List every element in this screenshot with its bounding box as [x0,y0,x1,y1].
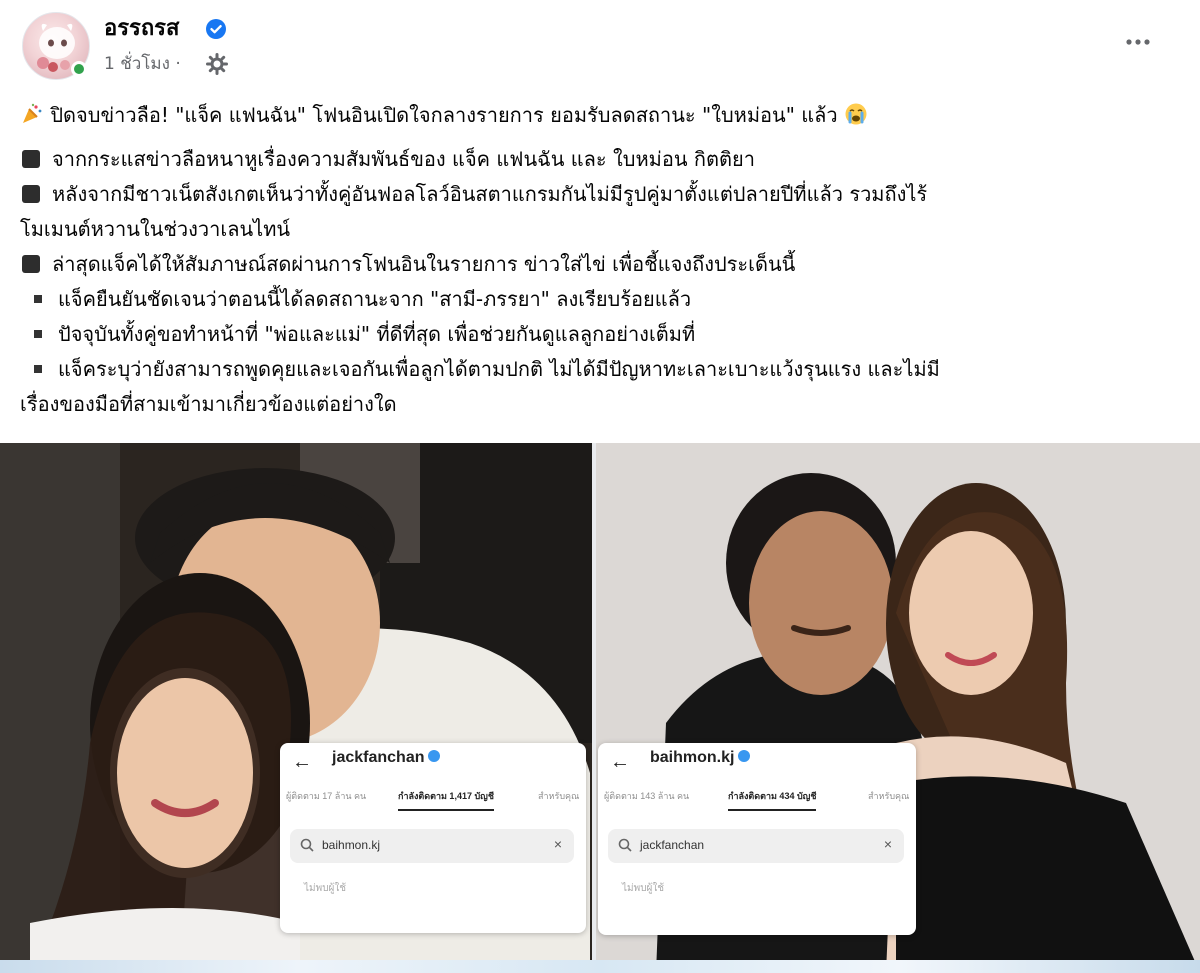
paragraph-line: หลังจากมีชาวเน็ตสังเกตเห็นว่าทั้งคู่อันฟ… [20,177,1180,212]
black-square-bullet-icon [22,255,40,273]
paragraph-line: เรื่องของมือที่สามเข้ามาเกี่ยวข้องแต่อย่… [20,387,1180,422]
instagram-following-screenshot-left: ← jackfanchan ผู้ติดตาม 17 ล้าน คน กำลัง… [280,743,586,933]
post-header: อรรถรส 1 ชั่วโมง · [0,0,1200,92]
page-name[interactable]: อรรถรส [104,14,179,44]
ig-username: jackfanchan [332,749,441,767]
post-headline: ปิดจบข่าวลือ! "แจ็ค แฟนฉัน" โฟนอินเปิดใจ… [20,98,1180,133]
line-text: แจ็คระบุว่ายังสามารถพูดคุยและเจอกันเพื่อ… [58,357,940,381]
paragraph-line: จากกระแสข่าวลือหนาหูเรื่องความสัมพันธ์ขอ… [20,142,1180,177]
post-photos[interactable]: ← jackfanchan ผู้ติดตาม 17 ล้าน คน กำลัง… [0,443,1200,973]
ig-search-box: jackfanchan × [608,829,904,863]
back-arrow-icon: ← [610,751,630,773]
ig-search-query: baihmon.kj [322,838,381,852]
search-icon [300,838,314,852]
line-text: โมเมนต์หวานในช่วงวาเลนไทน์ [20,217,291,241]
paragraph-line: ล่าสุดแจ็คได้ให้สัมภาษณ์สดผ่านการโฟนอินใ… [20,247,1180,282]
line-text: แจ็คยืนยันชัดเจนว่าตอนนี้ได้ลดสถานะจาก "… [58,287,692,311]
search-icon [618,838,632,852]
post-time[interactable]: 1 ชั่วโมง [104,54,170,74]
small-square-bullet-icon [34,365,42,373]
post-text: ปิดจบข่าวลือ! "แจ็ค แฟนฉัน" โฟนอินเปิดใจ… [20,98,1180,422]
paragraph-line: ปัจจุบันทั้งคู่ขอทำหน้าที่ "พ่อและแม่" ท… [20,317,1180,352]
instagram-following-screenshot-right: ← baihmon.kj ผู้ติดตาม 143 ล้าน คน กำลัง… [598,743,916,935]
ig-verified-icon [738,750,751,762]
meta-separator: · [169,54,181,74]
ig-verified-icon [428,750,441,762]
ig-tab-followers: ผู้ติดตาม 17 ล้าน คน [286,791,367,801]
party-popper-icon [23,103,42,123]
ig-tab-following: กำลังติดตาม 1,417 บัญชี [398,789,494,811]
paragraph-line: แจ็คระบุว่ายังสามารถพูดคุยและเจอกันเพื่อ… [20,352,1180,387]
photo-right[interactable]: ← baihmon.kj ผู้ติดตาม 143 ล้าน คน กำลัง… [596,443,1200,973]
more-options-icon[interactable] [1120,28,1156,56]
ig-username: baihmon.kj [650,749,751,767]
ig-tab-following: กำลังติดตาม 434 บัญชี [728,789,817,811]
small-square-bullet-icon [34,295,42,303]
back-arrow-icon: ← [292,751,312,773]
line-text: ล่าสุดแจ็คได้ให้สัมภาษณ์สดผ่านการโฟนอินใ… [52,252,796,276]
line-text: หลังจากมีชาวเน็ตสังเกตเห็นว่าทั้งคู่อันฟ… [52,182,928,206]
clear-search-icon: × [553,836,562,852]
ig-tab-followers: ผู้ติดตาม 143 ล้าน คน [604,791,690,801]
ig-tabs: ผู้ติดตาม 143 ล้าน คน กำลังติดตาม 434 บั… [598,789,916,815]
ig-tab-suggested: สำหรับคุณ [868,791,910,801]
next-image-strip [0,960,1200,973]
gear-icon[interactable] [206,53,228,75]
line-text: ปัจจุบันทั้งคู่ขอทำหน้าที่ "พ่อและแม่" ท… [58,322,696,346]
small-square-bullet-icon [34,330,42,338]
ig-search-query: jackfanchan [640,838,705,852]
black-square-bullet-icon [22,185,40,203]
ig-empty-result: ไม่พบผู้ใช้ [622,883,665,894]
ig-empty-result: ไม่พบผู้ใช้ [304,883,347,894]
ig-search-box: baihmon.kj × [290,829,574,863]
line-text: เรื่องของมือที่สามเข้ามาเกี่ยวข้องแต่อย่… [20,392,397,416]
paragraph-line: แจ็คยืนยันชัดเจนว่าตอนนี้ได้ลดสถานะจาก "… [20,282,1180,317]
ig-tabs: ผู้ติดตาม 17 ล้าน คน กำลังติดตาม 1,417 บ… [280,789,586,815]
clear-search-icon: × [883,836,892,852]
post-meta: 1 ชั่วโมง · [104,52,181,76]
headline-text: ปิดจบข่าวลือ! "แจ็ค แฟนฉัน" โฟนอินเปิดใจ… [50,103,838,127]
ig-tab-suggested: สำหรับคุณ [538,791,580,801]
photo-left[interactable]: ← jackfanchan ผู้ติดตาม 17 ล้าน คน กำลัง… [0,443,592,973]
black-square-bullet-icon [22,150,40,168]
line-text: จากกระแสข่าวลือหนาหูเรื่องความสัมพันธ์ขอ… [52,147,755,171]
page-avatar[interactable] [22,12,90,80]
verified-badge-icon [206,19,226,39]
online-status-dot [71,61,87,77]
paragraph-line: โมเมนต์หวานในช่วงวาเลนไทน์ [20,212,1180,247]
crying-face-icon [845,103,867,125]
